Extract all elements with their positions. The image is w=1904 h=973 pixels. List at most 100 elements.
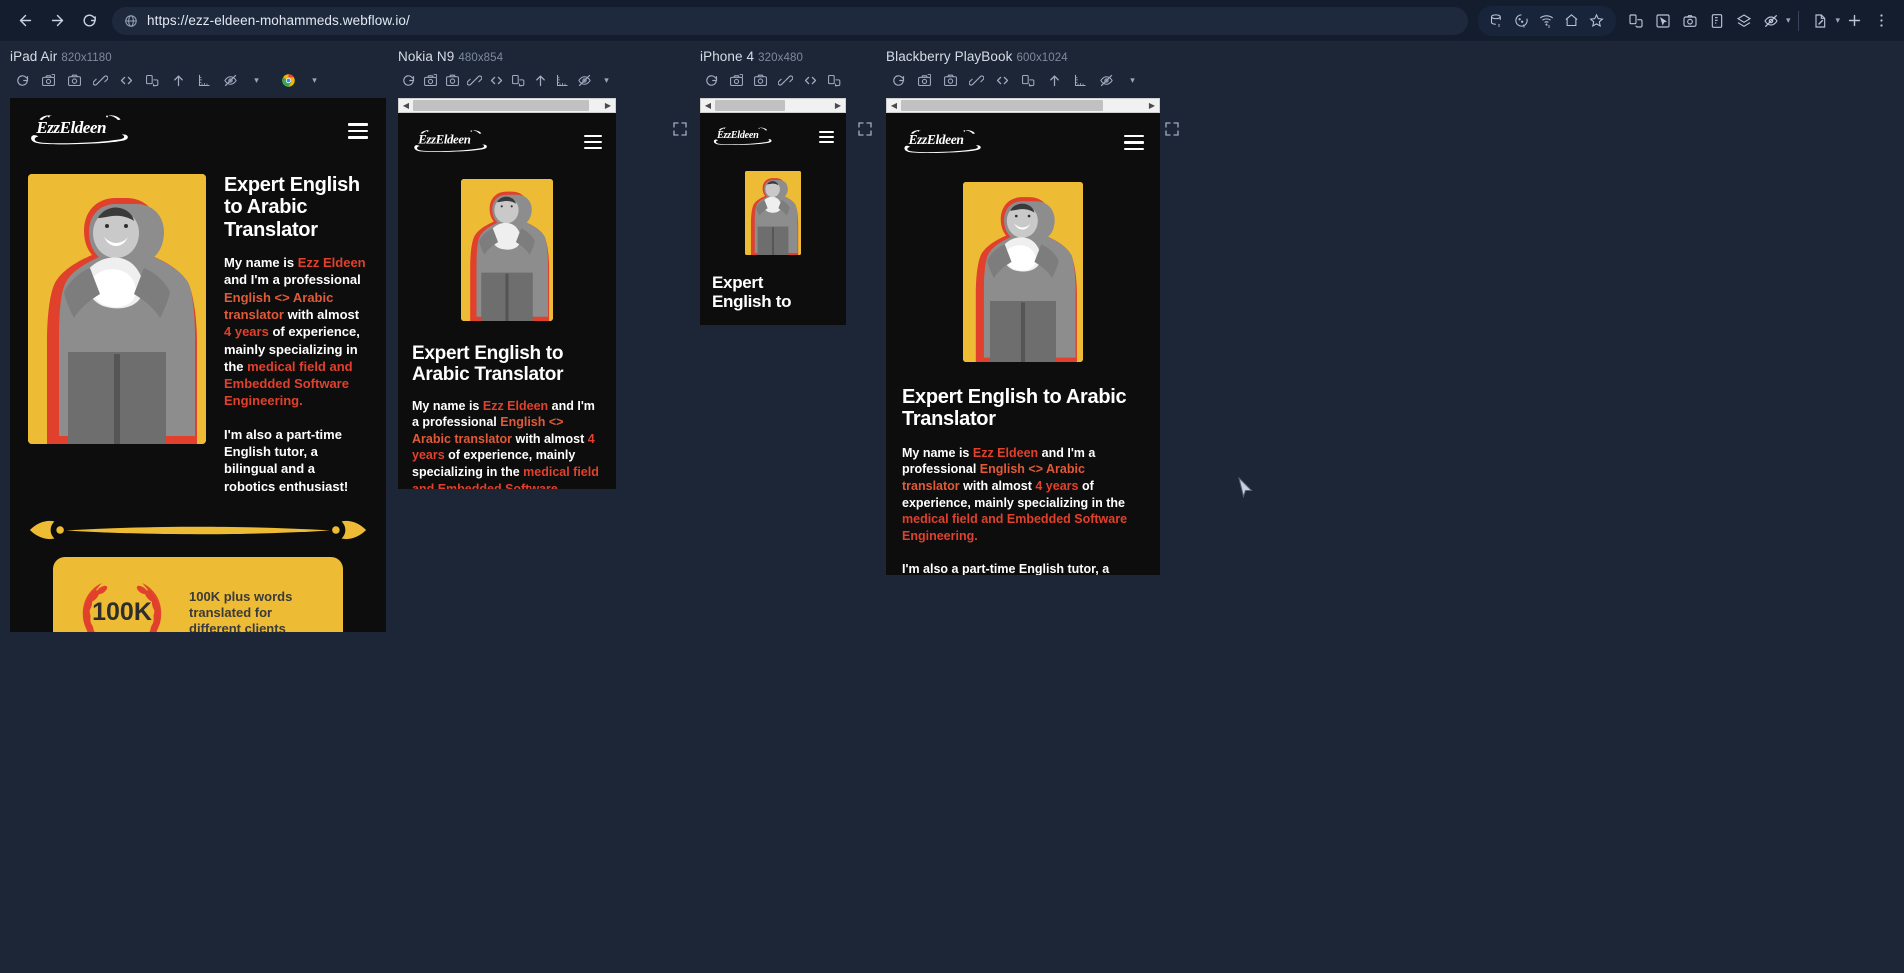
reload-icon[interactable]: [886, 68, 910, 92]
scroll-thumb[interactable]: [715, 100, 785, 111]
device-frame-nokia-n9: Nokia N9 480x854 ▾ ◀ ▶ EzzEldeen Expert …: [398, 49, 616, 489]
scroll-track[interactable]: [715, 99, 831, 112]
horizontal-scrollbar-playbook[interactable]: ◀ ▶: [886, 98, 1160, 113]
chevron-down-icon[interactable]: ▾: [1786, 15, 1791, 26]
scroll-track[interactable]: [901, 99, 1145, 112]
logo-ezzeldeen[interactable]: EzzEldeen: [902, 127, 984, 158]
heading-line: Arabic Translator: [412, 364, 564, 386]
camera-icon[interactable]: [1677, 8, 1703, 34]
reload-button[interactable]: [74, 6, 104, 36]
address-bar[interactable]: https://ezz-eldeen-mohammeds.webflow.io/: [112, 6, 1468, 35]
more-menu-icon[interactable]: [1868, 8, 1894, 34]
ruler-icon[interactable]: [552, 68, 572, 92]
file-ruler-icon[interactable]: [1704, 8, 1730, 34]
ruler-icon[interactable]: [1068, 68, 1092, 92]
viewport-iphone-4[interactable]: EzzEldeen Expert English to: [700, 113, 846, 325]
expand-device-playbook-icon[interactable]: [1164, 121, 1180, 142]
rotate-icon[interactable]: [1016, 68, 1040, 92]
pointer-select-icon[interactable]: [1650, 8, 1676, 34]
eye-off-icon[interactable]: [218, 68, 242, 92]
rotate-icon[interactable]: [823, 68, 846, 92]
text-segment: with almost: [283, 307, 360, 323]
browser-profile-icon[interactable]: [276, 68, 300, 92]
logo-ezzeldeen[interactable]: EzzEldeen: [412, 127, 490, 157]
scroll-right-arrow[interactable]: ▶: [601, 99, 615, 112]
layers-icon[interactable]: [1731, 8, 1757, 34]
page-edit-icon[interactable]: [1807, 8, 1833, 34]
screenshot-full-icon[interactable]: [36, 68, 60, 92]
browser-chrome: https://ezz-eldeen-mohammeds.webflow.io/…: [0, 0, 1904, 41]
home-icon[interactable]: [1561, 8, 1583, 34]
screenshot-full-icon[interactable]: [725, 68, 748, 92]
scroll-thumb[interactable]: [901, 100, 1103, 111]
text-segment: and I'm a professional: [224, 272, 361, 288]
viewport-ipad-air[interactable]: EzzEldeen Expert English to Arabic Trans…: [10, 98, 386, 632]
link-inspect-icon[interactable]: [774, 68, 797, 92]
screenshot-icon[interactable]: [938, 68, 962, 92]
chevron-down-icon[interactable]: ▾: [244, 68, 268, 92]
eye-off-icon[interactable]: [1094, 68, 1118, 92]
scroll-track[interactable]: [413, 99, 601, 112]
screenshot-icon[interactable]: [62, 68, 86, 92]
screenshot-icon[interactable]: [442, 68, 462, 92]
code-icon[interactable]: [114, 68, 138, 92]
eye-off-icon[interactable]: [1758, 8, 1784, 34]
scroll-left-arrow[interactable]: ◀: [887, 99, 901, 112]
device-rotate-icon[interactable]: [1623, 8, 1649, 34]
screenshot-icon[interactable]: [749, 68, 772, 92]
rotate-icon[interactable]: [140, 68, 164, 92]
scroll-up-icon[interactable]: [530, 68, 550, 92]
scroll-right-arrow[interactable]: ▶: [1145, 99, 1159, 112]
chevron-down-icon[interactable]: ▾: [596, 68, 616, 92]
back-button[interactable]: [10, 6, 40, 36]
horizontal-scrollbar-nokia[interactable]: ◀ ▶: [398, 98, 616, 113]
reload-icon[interactable]: [10, 68, 34, 92]
scroll-thumb[interactable]: [413, 100, 589, 111]
device-toolbar-ipad-air: ▾ ▾: [10, 66, 386, 94]
scroll-left-arrow[interactable]: ◀: [399, 99, 413, 112]
wifi-off-icon[interactable]: x: [1536, 8, 1558, 34]
hamburger-menu-button[interactable]: [1124, 134, 1144, 151]
viewport-blackberry-playbook[interactable]: EzzEldeen Expert English to Arabic Trans…: [886, 113, 1160, 575]
screenshot-full-icon[interactable]: [420, 68, 440, 92]
viewport-nokia-n9[interactable]: EzzEldeen Expert English to Arabic Trans…: [398, 113, 616, 489]
code-icon[interactable]: [799, 68, 822, 92]
scroll-up-icon[interactable]: [166, 68, 190, 92]
hero-heading-ipad: Expert English to Arabic Translator: [224, 174, 368, 241]
rotate-icon[interactable]: [508, 68, 528, 92]
link-inspect-icon[interactable]: [464, 68, 484, 92]
site-header: EzzEldeen: [28, 112, 368, 150]
ruler-icon[interactable]: [192, 68, 216, 92]
site-content-nokia: EzzEldeen Expert English to Arabic Trans…: [398, 113, 616, 489]
link-inspect-icon[interactable]: [964, 68, 988, 92]
database-off-icon[interactable]: x: [1486, 8, 1508, 34]
new-tab-icon[interactable]: [1841, 8, 1867, 34]
device-toolbar-nokia-n9: ▾: [398, 66, 616, 94]
logo-ezzeldeen[interactable]: EzzEldeen: [28, 112, 132, 150]
link-inspect-icon[interactable]: [88, 68, 112, 92]
forward-button[interactable]: [42, 6, 72, 36]
hamburger-menu-button[interactable]: [348, 123, 368, 139]
expand-device-nokia-icon[interactable]: [672, 121, 688, 142]
hamburger-menu-button[interactable]: [584, 134, 602, 150]
chevron-down-icon[interactable]: ▾: [302, 68, 326, 92]
cookie-off-icon[interactable]: x: [1511, 8, 1533, 34]
screenshot-full-icon[interactable]: [912, 68, 936, 92]
expand-device-iphone-icon[interactable]: [857, 121, 873, 142]
star-icon[interactable]: [1586, 8, 1608, 34]
horizontal-scrollbar-iphone[interactable]: ◀ ▶: [700, 98, 846, 113]
chevron-down-icon[interactable]: ▾: [1835, 15, 1840, 26]
scroll-up-icon[interactable]: [1042, 68, 1066, 92]
reload-icon[interactable]: [398, 68, 418, 92]
heading-line: English to: [712, 292, 792, 312]
logo-ezzeldeen[interactable]: EzzEldeen: [712, 125, 774, 149]
hero-heading-iphone: Expert English to: [712, 273, 834, 311]
hamburger-menu-button[interactable]: [819, 130, 834, 144]
reload-icon[interactable]: [700, 68, 723, 92]
code-icon[interactable]: [990, 68, 1014, 92]
scroll-right-arrow[interactable]: ▶: [831, 99, 845, 112]
chevron-down-icon[interactable]: ▾: [1120, 68, 1144, 92]
scroll-left-arrow[interactable]: ◀: [701, 99, 715, 112]
code-icon[interactable]: [486, 68, 506, 92]
eye-off-icon[interactable]: [574, 68, 594, 92]
